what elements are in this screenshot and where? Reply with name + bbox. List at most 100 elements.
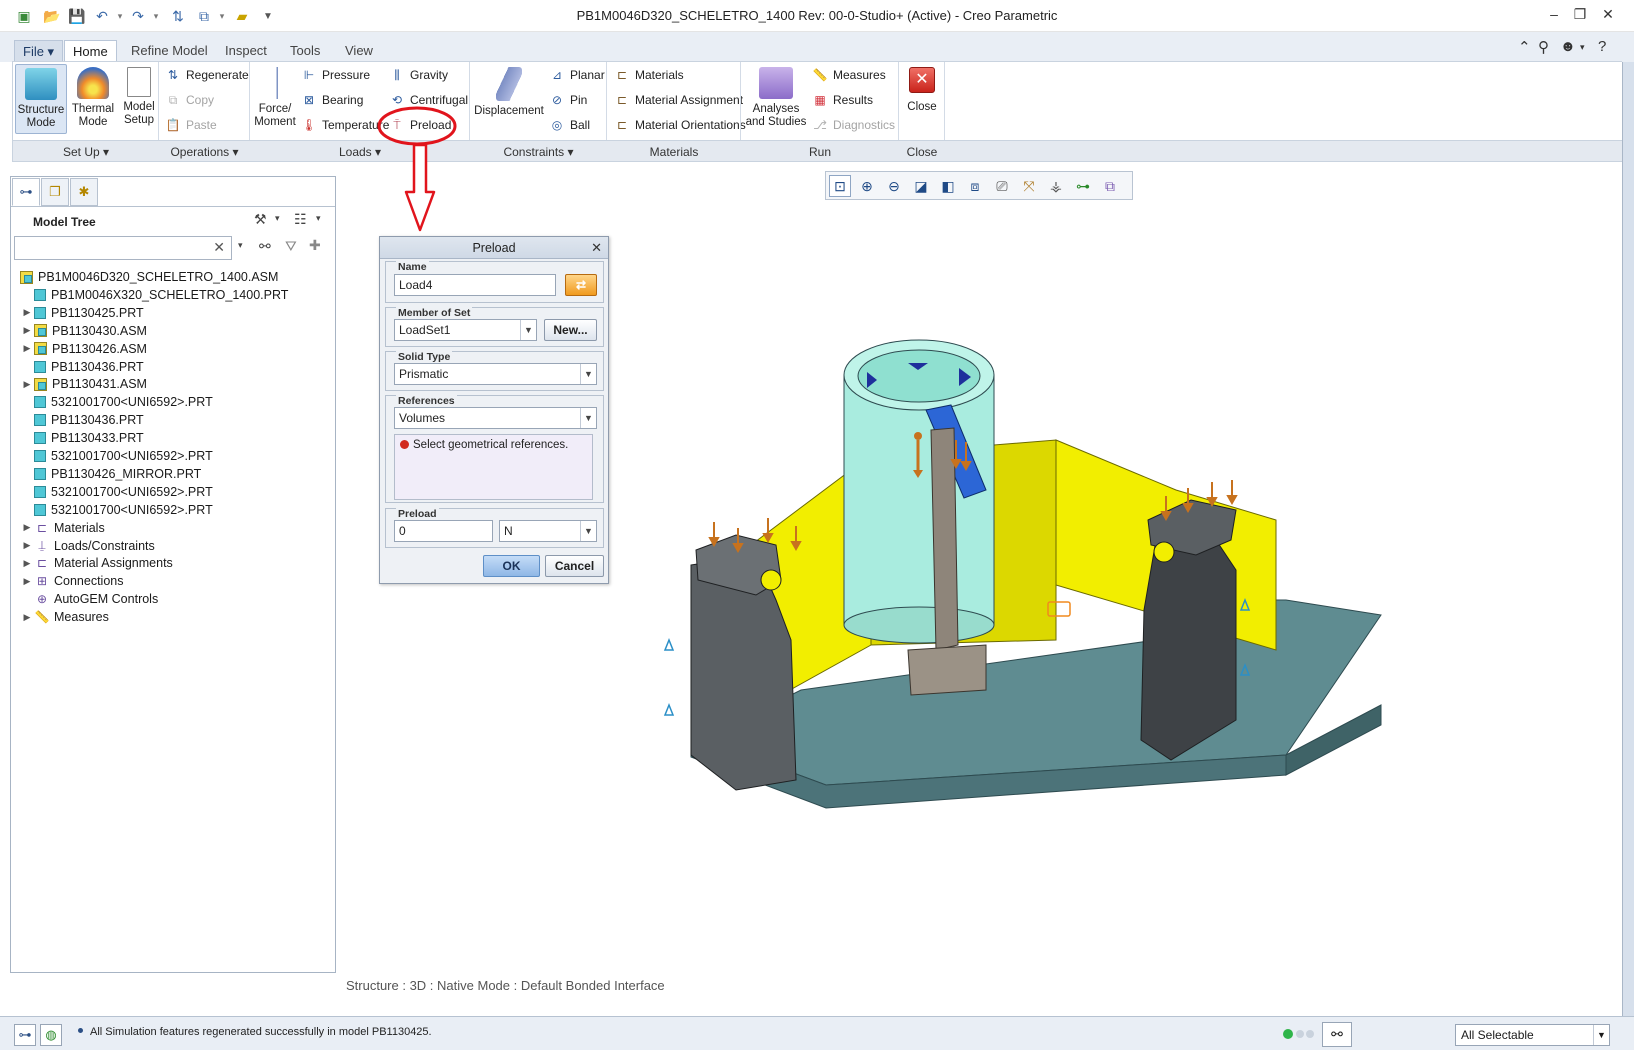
search-dropdown-icon[interactable]: ▾ — [238, 240, 243, 251]
tree-item[interactable]: ⊕ AutoGEM Controls — [20, 590, 158, 608]
diagnostics-button[interactable]: ⎇ Diagnostics — [812, 115, 895, 135]
model-setup-button[interactable]: Model Setup — [118, 64, 160, 134]
pin-button[interactable]: ⊘ Pin — [549, 90, 587, 110]
folder-browser-tab[interactable]: ❐ — [41, 178, 69, 206]
find-selection-icon[interactable]: ⚯ — [1322, 1022, 1352, 1047]
tree-item[interactable]: 5321001700<UNI6592>.PRT — [20, 447, 213, 465]
materials-button[interactable]: ⊏ Materials — [614, 65, 684, 85]
tab-refine-model[interactable]: Refine Model — [123, 40, 216, 62]
selection-filter-select[interactable]: All Selectable ▼ — [1455, 1024, 1610, 1046]
regenerate-button[interactable]: ⇅ Regenerate — [165, 65, 249, 85]
tree-item[interactable]: ▶ ⍊ Loads/Constraints — [20, 537, 155, 555]
ok-button[interactable]: OK — [483, 555, 540, 577]
copy-button[interactable]: ⧉ Copy — [165, 90, 214, 110]
add-icon[interactable]: ✚ — [309, 237, 321, 254]
gravity-button[interactable]: ⫼ Gravity — [389, 65, 453, 85]
new-set-button[interactable]: New... — [544, 319, 597, 341]
tree-item[interactable]: PB1130436.PRT — [20, 411, 144, 429]
help-icon[interactable]: ? — [1598, 38, 1606, 55]
expand-arrow-icon[interactable]: ▶ — [20, 558, 34, 569]
view-manager-icon[interactable]: ⎚ — [991, 175, 1013, 197]
datum-display-icon[interactable]: ⤧ — [1018, 175, 1040, 197]
tree-item[interactable]: PB1M0046X320_SCHELETRO_1400.PRT — [20, 286, 288, 304]
force-moment-button[interactable]: Force/ Moment — [253, 64, 297, 134]
preload-value-input[interactable]: 0 — [394, 520, 493, 542]
filter-icon[interactable]: ⛛ — [285, 238, 297, 255]
navigator-toggle-icon[interactable]: ⊶ — [14, 1024, 36, 1046]
expand-arrow-icon[interactable]: ▶ — [20, 307, 34, 318]
show-columns-icon[interactable]: ☷ — [294, 211, 307, 228]
close-simulation-button[interactable]: ✕ Close — [902, 64, 942, 134]
cancel-button[interactable]: Cancel — [545, 555, 604, 577]
results-button[interactable]: ▦ Results — [812, 90, 873, 110]
tree-item[interactable]: ▶ ⊏ Materials — [20, 519, 105, 537]
material-assignment-button[interactable]: ⊏ Material Assignment — [614, 90, 743, 110]
tree-item[interactable]: 5321001700<UNI6592>.PRT — [20, 393, 213, 411]
solid-type-select[interactable]: Prismatic ▼ — [394, 363, 597, 385]
tree-settings-dropdown-icon[interactable]: ▾ — [275, 213, 280, 224]
structure-mode-button[interactable]: Structure Mode — [15, 64, 67, 134]
tree-item[interactable]: ▶ PB1130431.ASM — [20, 375, 147, 393]
measures-button[interactable]: 📏 Measures — [812, 65, 886, 85]
browser-toggle-icon[interactable]: ◍ — [40, 1024, 62, 1046]
tree-item[interactable]: PB1130433.PRT — [20, 429, 144, 447]
tree-item[interactable]: ▶ 📏 Measures — [20, 608, 109, 626]
refit-icon[interactable]: ⊡ — [829, 175, 851, 197]
paste-button[interactable]: 📋 Paste — [165, 115, 217, 135]
model-tree-tab[interactable]: ⊶ — [12, 178, 40, 206]
close-window-button[interactable]: ✕ — [1595, 6, 1621, 26]
maximize-button[interactable]: ❐ — [1567, 6, 1593, 26]
tree-item[interactable]: ▶ PB1130430.ASM — [20, 322, 147, 340]
tree-item[interactable]: ▶ ⊞ Connections — [20, 572, 124, 590]
display-style-icon[interactable]: ◧ — [937, 175, 959, 197]
tree-item[interactable]: PB1M0046D320_SCHELETRO_1400.ASM — [16, 268, 278, 286]
tree-search-input[interactable]: ✕ — [14, 236, 232, 260]
thermal-mode-button[interactable]: Thermal Mode — [70, 64, 116, 134]
spin-center-icon[interactable]: ⧉ — [1099, 175, 1121, 197]
displacement-button[interactable]: Displacement — [473, 64, 545, 134]
simulation-display-icon[interactable]: ⚶ — [1045, 175, 1067, 197]
tab-file[interactable]: File ▾ — [14, 40, 64, 62]
bearing-button[interactable]: ⊠ Bearing — [301, 90, 363, 110]
dialog-close-icon[interactable]: ✕ — [591, 240, 602, 256]
tree-item[interactable]: ▶ PB1130425.PRT — [20, 304, 144, 322]
favorites-tab[interactable]: ✱ — [70, 178, 98, 206]
ribbon-collapse-icon[interactable]: ⌃ — [1518, 38, 1531, 56]
community-icon[interactable]: ☻ — [1560, 38, 1576, 55]
repaint-icon[interactable]: ◪ — [910, 175, 932, 197]
preload-unit-select[interactable]: N ▼ — [499, 520, 597, 542]
tab-home[interactable]: Home — [64, 40, 117, 63]
show-columns-dropdown-icon[interactable]: ▾ — [316, 213, 321, 224]
setup-group-label[interactable]: Set Up ▾ — [13, 145, 159, 159]
tree-item[interactable]: 5321001700<UNI6592>.PRT — [20, 483, 213, 501]
tree-item[interactable]: ▶ PB1130426.ASM — [20, 340, 147, 358]
change-color-button[interactable]: ⇄ — [565, 274, 597, 296]
name-input[interactable]: Load4 — [394, 274, 556, 296]
clear-search-icon[interactable]: ✕ — [213, 239, 225, 256]
analyses-studies-button[interactable]: Analyses and Studies — [744, 64, 808, 134]
material-orientations-button[interactable]: ⊏ Material Orientations — [614, 115, 746, 135]
tree-item[interactable]: PB1130426_MIRROR.PRT — [20, 465, 201, 483]
tree-item[interactable]: PB1130436.PRT — [20, 358, 144, 376]
saved-orientations-icon[interactable]: ⧈ — [964, 175, 986, 197]
expand-arrow-icon[interactable]: ▶ — [20, 540, 34, 551]
tab-inspect[interactable]: Inspect — [217, 40, 275, 62]
planar-button[interactable]: ⊿ Planar — [549, 65, 605, 85]
zoom-out-icon[interactable]: ⊖ — [883, 175, 905, 197]
find-icon[interactable]: ⚯ — [259, 238, 271, 255]
expand-arrow-icon[interactable]: ▶ — [20, 576, 34, 587]
connections-display-icon[interactable]: ⊶ — [1072, 175, 1094, 197]
references-collector[interactable]: Select geometrical references. — [394, 434, 593, 500]
search-icon[interactable]: ⚲ — [1538, 38, 1549, 56]
member-of-set-select[interactable]: LoadSet1 ▼ — [394, 319, 537, 341]
operations-group-label[interactable]: Operations ▾ — [159, 145, 250, 159]
expand-arrow-icon[interactable]: ▶ — [20, 522, 34, 533]
community-dropdown-icon[interactable]: ▾ — [1580, 42, 1585, 53]
tree-item[interactable]: ▶ ⊏ Material Assignments — [20, 554, 173, 572]
status-message[interactable]: All Simulation features regenerated succ… — [90, 1026, 432, 1038]
references-select[interactable]: Volumes ▼ — [394, 407, 597, 429]
pressure-button[interactable]: ⊩ Pressure — [301, 65, 370, 85]
expand-arrow-icon[interactable]: ▶ — [20, 379, 34, 390]
zoom-in-icon[interactable]: ⊕ — [856, 175, 878, 197]
tree-item[interactable]: 5321001700<UNI6592>.PRT — [20, 501, 213, 519]
